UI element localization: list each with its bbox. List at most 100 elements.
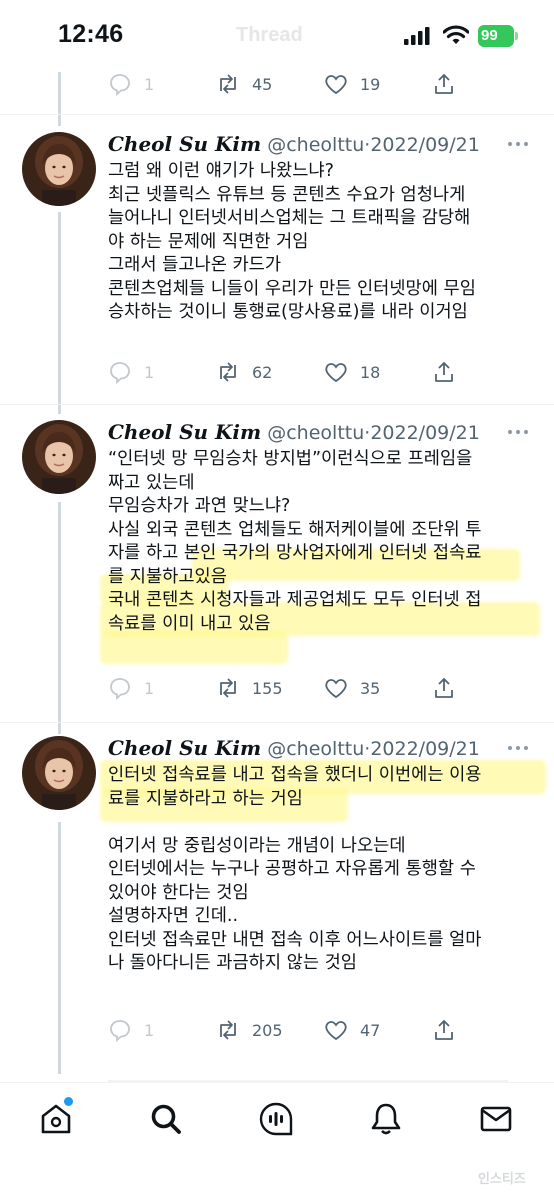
spaces-icon: [259, 1102, 293, 1136]
divider: [0, 404, 554, 405]
retweet-icon: [220, 74, 236, 94]
tweet-line: 그래서 들고나온 카드가: [108, 255, 282, 275]
reply-button[interactable]: 1: [108, 70, 154, 98]
tweet-line: 최근 넷플릭스 유튜브 등 콘텐츠 수요가 엄청나게: [108, 184, 466, 205]
tweet-line: 짜고 있는데: [108, 472, 195, 493]
more-options-icon[interactable]: [506, 743, 530, 753]
retweet-button[interactable]: 155: [216, 674, 283, 702]
reply-icon: [110, 74, 130, 96]
messages-icon: [480, 1106, 512, 1132]
highlight-mark: [100, 632, 288, 664]
share-button[interactable]: [432, 1016, 456, 1044]
divider: [0, 114, 554, 115]
battery-level: 99: [481, 27, 498, 44]
share-button[interactable]: [432, 358, 456, 386]
reply-count: 1: [144, 678, 155, 698]
bottom-nav: [0, 1082, 554, 1200]
tweet-text: 그럼 왜 이런 얘기가 나왔느냐? 최근 넷플릭스 유튜브 등 콘텐츠 수요가 …: [108, 160, 538, 325]
heart-icon: [325, 1021, 347, 1041]
watermark: 인스티즈: [478, 1172, 526, 1187]
share-button[interactable]: [432, 70, 456, 98]
tweet-date[interactable]: 2022/09/21: [370, 422, 480, 444]
reply-button[interactable]: 1: [108, 1016, 154, 1044]
retweet-button[interactable]: 45: [216, 70, 272, 98]
tweet-line: 사실 외국 콘텐츠 업체들도 해저케이블에 조단위 투: [108, 519, 482, 540]
tweet-actions: 1 205 47: [108, 1016, 528, 1044]
tweet-actions: 1 155 35: [108, 674, 528, 702]
like-count: 19: [360, 74, 381, 94]
avatar[interactable]: [22, 132, 96, 206]
header-title-ghost: Thread: [236, 24, 303, 46]
more-options-icon[interactable]: [506, 139, 530, 149]
reply-icon: [110, 678, 130, 700]
tweet-line: 나 돌아다니든 과금하지 않는 것임: [108, 953, 357, 973]
like-button[interactable]: 19: [324, 70, 380, 98]
tweet-line: 야 하는 문제에 직면한 거임: [108, 231, 309, 252]
like-count: 18: [360, 362, 381, 382]
tweet-line: 료를 지불하라고 하는 거임: [108, 788, 303, 809]
tweet-line: 자를 하고 본인 국가의 망사업자에게 인터넷 접속료: [108, 543, 482, 563]
share-icon: [435, 74, 453, 94]
tweet-actions: 1 62 18: [108, 358, 528, 386]
retweet-button[interactable]: 205: [216, 1016, 283, 1044]
share-button[interactable]: [432, 674, 456, 702]
tweet-line: 인터넷 접속료만 내면 접속 이후 어느사이트를 얼마: [108, 929, 482, 950]
share-icon: [435, 678, 453, 698]
nav-search[interactable]: [148, 1101, 184, 1137]
status-bar: 12:46 Thread 99: [0, 0, 554, 72]
avatar-image: [22, 420, 96, 494]
more-options-icon[interactable]: [506, 427, 530, 437]
battery-tip: [515, 32, 518, 40]
nav-spaces[interactable]: [258, 1101, 294, 1137]
user-handle[interactable]: @cheolttu: [267, 738, 364, 760]
nav-notifications[interactable]: [368, 1101, 404, 1137]
display-name[interactable]: Cheol Su Kim: [108, 132, 261, 156]
search-icon: [151, 1104, 181, 1134]
notifications-icon: [371, 1103, 401, 1135]
status-time: 12:46: [58, 20, 124, 48]
like-count: 35: [360, 678, 381, 698]
tweet-header: Cheol Su Kim @cheolttu·2022/09/21: [108, 736, 480, 761]
retweet-icon: [220, 678, 236, 698]
avatar[interactable]: [22, 420, 96, 494]
like-button[interactable]: 47: [324, 1016, 380, 1044]
like-button[interactable]: 18: [324, 358, 380, 386]
like-button[interactable]: 35: [324, 674, 380, 702]
tweet-line: 늘어나니 인터넷서비스업체는 그 트래픽을 감당해: [108, 208, 471, 228]
heart-icon: [325, 75, 347, 95]
heart-icon: [325, 363, 347, 383]
tweet-line: 를 지불하고있음: [108, 566, 227, 587]
reply-button[interactable]: 1: [108, 358, 154, 386]
avatar-image: [22, 132, 96, 206]
tweet-date[interactable]: 2022/09/21: [370, 134, 480, 156]
display-name[interactable]: Cheol Su Kim: [108, 736, 261, 760]
retweet-count: 155: [252, 678, 283, 698]
tweet-date[interactable]: 2022/09/21: [370, 738, 480, 760]
tweet-line: 있어야 한다는 것임: [108, 882, 249, 903]
nav-home[interactable]: [38, 1097, 74, 1137]
avatar[interactable]: [22, 736, 96, 810]
retweet-count: 62: [252, 362, 273, 382]
share-icon: [435, 362, 453, 382]
user-handle[interactable]: @cheolttu: [267, 422, 364, 444]
tweet-text: “인터넷 망 무임승차 방지법”이런식으로 프레임을 짜고 있는데 무임승차가 …: [108, 448, 538, 636]
tweet-line: 여기서 망 중립성이라는 개념이 나오는데: [108, 835, 406, 856]
tweet-actions: 1 45 19: [108, 70, 528, 98]
retweet-icon: [220, 362, 236, 382]
wifi-icon: [443, 25, 469, 44]
thread-line: [58, 822, 61, 1074]
reply-button[interactable]: 1: [108, 674, 154, 702]
display-name[interactable]: Cheol Su Kim: [108, 420, 261, 444]
user-handle[interactable]: @cheolttu: [267, 134, 364, 156]
tweet-header: Cheol Su Kim @cheolttu·2022/09/21: [108, 132, 480, 157]
thread-line: [58, 212, 61, 414]
divider: [0, 722, 554, 723]
share-icon: [435, 1020, 453, 1040]
nav-messages[interactable]: [478, 1101, 514, 1137]
tweet-line-blank: [108, 811, 538, 835]
reply-count: 1: [144, 74, 155, 94]
retweet-button[interactable]: 62: [216, 358, 272, 386]
battery-indicator: 99: [478, 25, 518, 47]
like-count: 47: [360, 1020, 381, 1040]
thread-line: [58, 502, 61, 734]
